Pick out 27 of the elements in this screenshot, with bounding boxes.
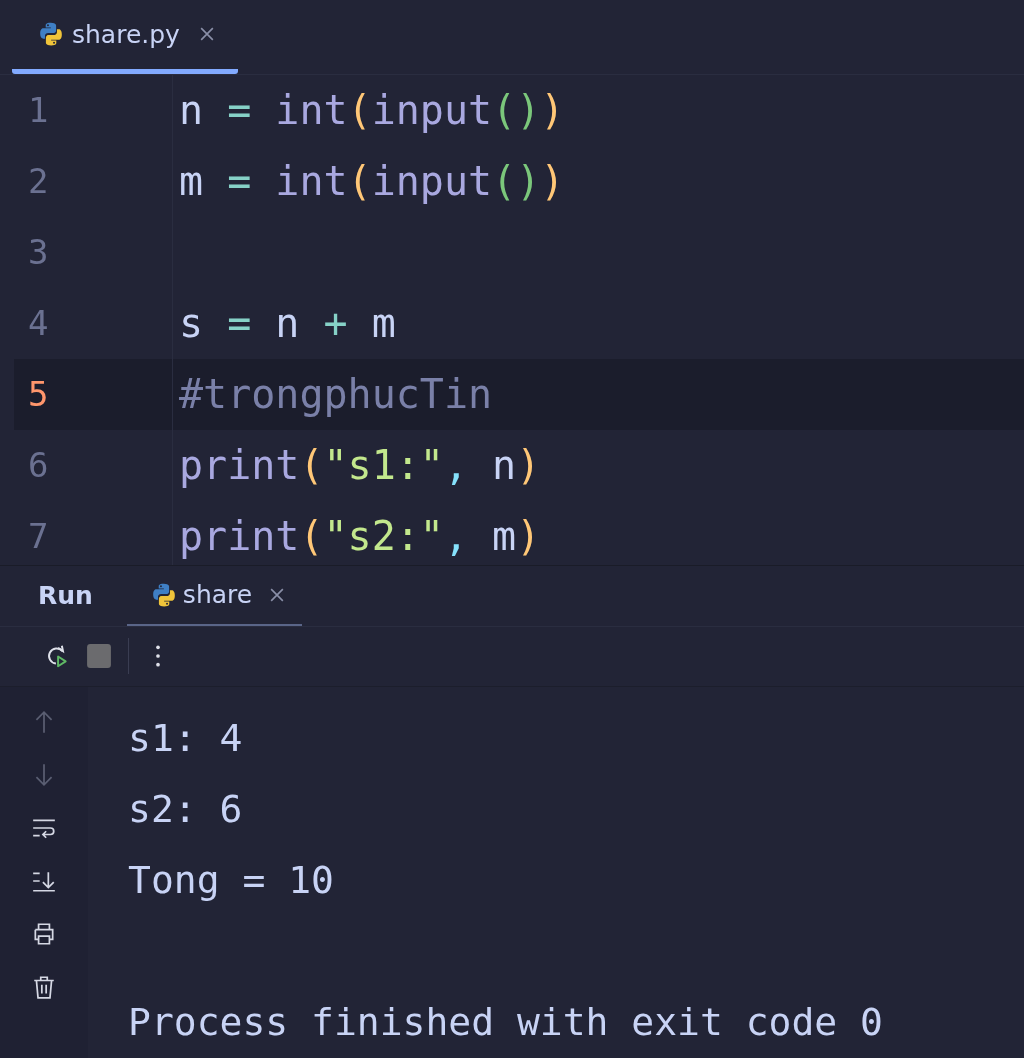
line-number: 5 — [27, 374, 50, 415]
code-line: m = int(input()) — [172, 145, 565, 217]
line-number: 1 — [27, 90, 50, 131]
code-line: n = int(input()) — [172, 74, 565, 146]
panel-title: Run — [37, 581, 94, 611]
python-icon — [150, 581, 177, 608]
line-number: 7 — [27, 516, 50, 557]
close-icon[interactable] — [199, 27, 214, 42]
trash-icon[interactable] — [31, 974, 57, 1000]
line-number: 2 — [27, 161, 50, 202]
console-output-line: s1: 4 — [128, 715, 244, 762]
print-icon[interactable] — [31, 921, 57, 947]
console-output-line: Process finished with exit code 0 — [128, 999, 883, 1046]
python-icon — [38, 21, 64, 48]
console-output-line: s2: 6 — [128, 786, 244, 833]
stop-icon[interactable] — [86, 643, 112, 670]
code-line: s = n + m — [172, 287, 396, 359]
code-line: print("s1:", n) — [172, 429, 541, 501]
close-icon[interactable] — [270, 587, 285, 602]
code-line: print("s2:", m) — [172, 500, 541, 565]
line-number: 4 — [27, 303, 50, 344]
console-output-line: Tong = 10 — [128, 857, 335, 904]
code-line: #trongphucTin — [172, 358, 493, 430]
file-tab[interactable]: share — [126, 565, 303, 626]
line-number: 3 — [27, 232, 50, 273]
line-number: 6 — [27, 445, 50, 486]
file-tab[interactable]: share.py — [12, 0, 238, 74]
